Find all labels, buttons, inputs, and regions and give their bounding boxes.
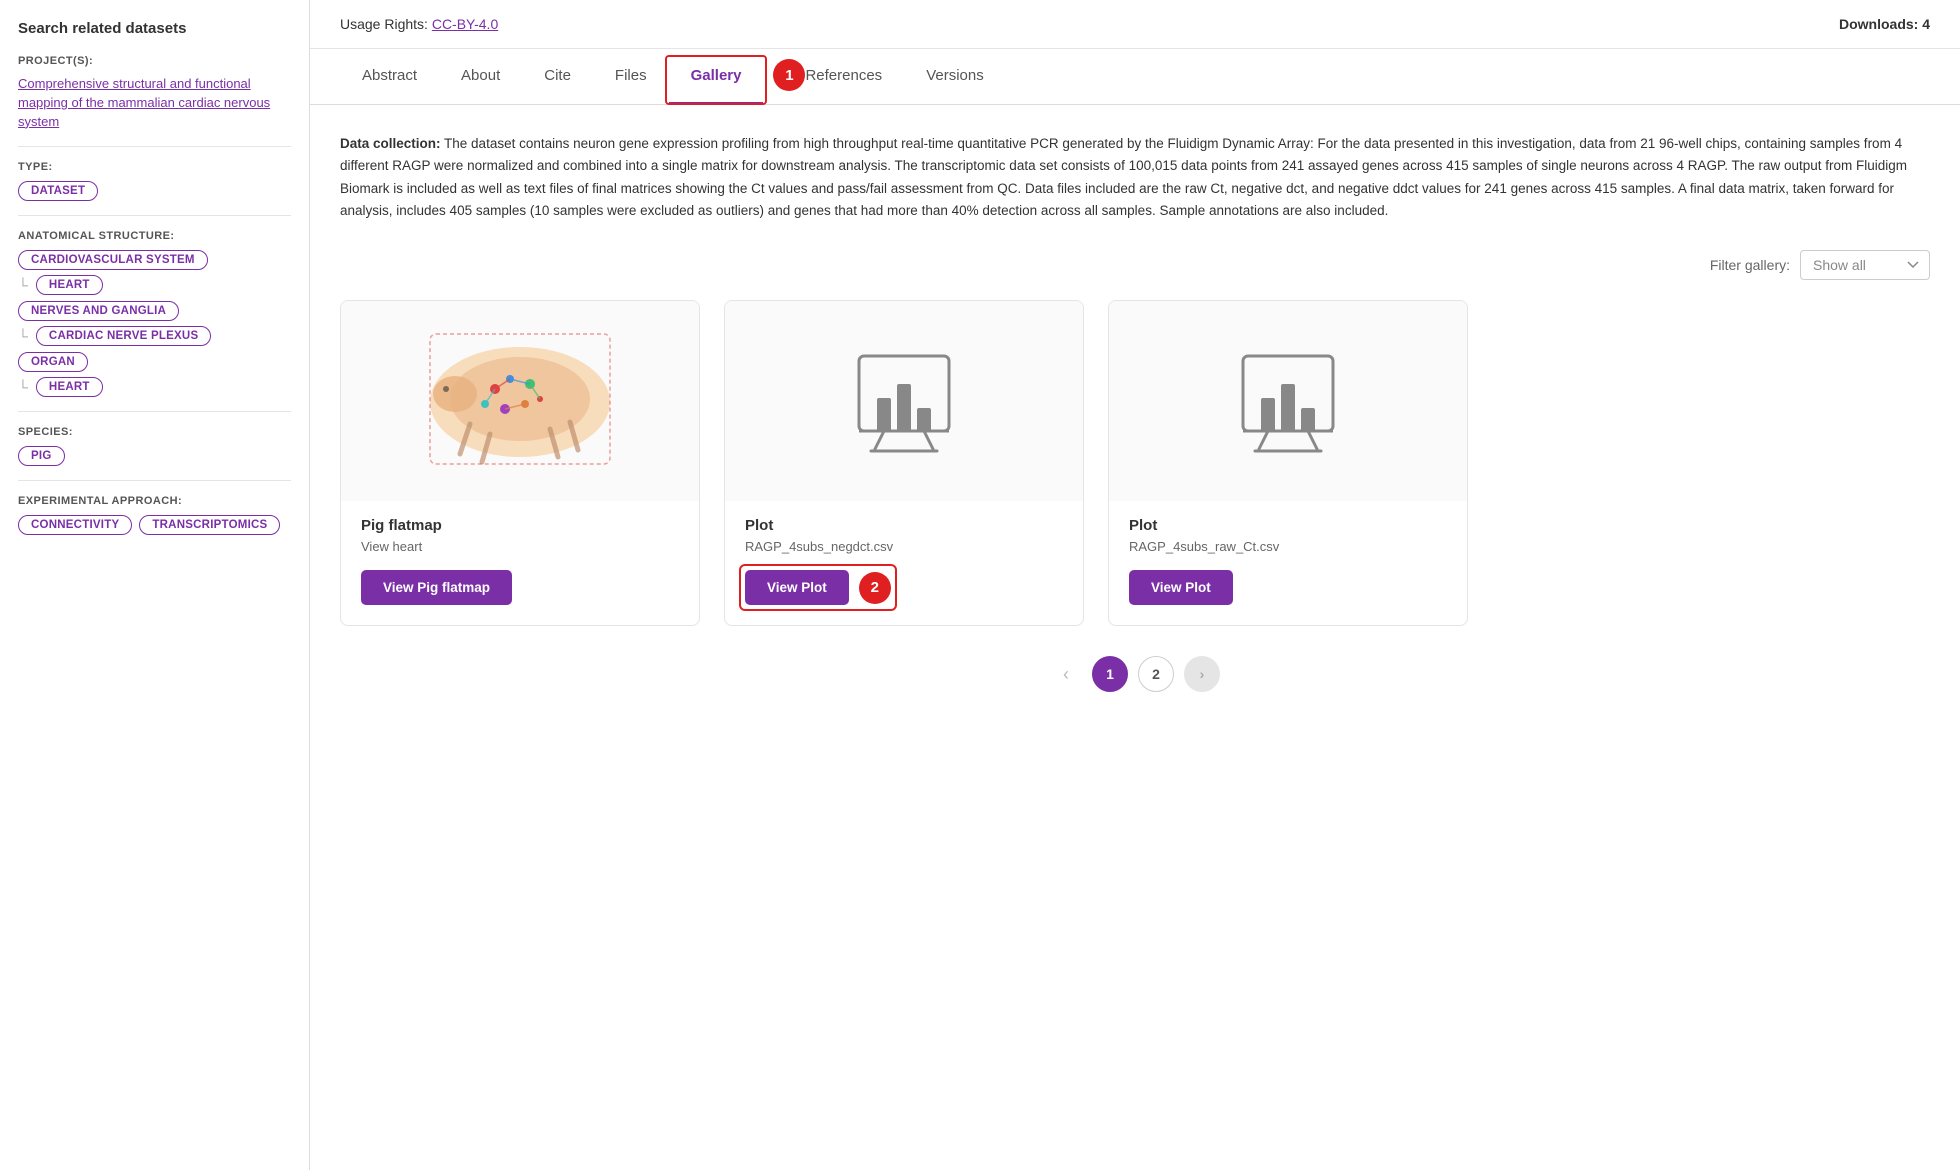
gallery-filter-row: Filter gallery: Show all <box>340 250 1930 280</box>
cardiovascular-row: CARDIOVASCULAR SYSTEM <box>18 250 291 270</box>
card-plot-1-wrapper: Plot RAGP_4subs_negdct.csv View Plot 2 <box>724 300 1084 626</box>
page-btn-1[interactable]: 1 <box>1092 656 1128 692</box>
view-pig-flatmap-button[interactable]: View Pig flatmap <box>361 570 512 605</box>
divider-3 <box>18 411 291 412</box>
transcriptomics-tag[interactable]: TRANSCRIPTOMICS <box>139 515 280 535</box>
card-img-plot-1 <box>725 301 1083 501</box>
anatomical-label: ANATOMICAL STRUCTURE: <box>18 230 291 242</box>
divider-1 <box>18 146 291 147</box>
pig-flatmap-svg <box>410 324 630 479</box>
connectivity-tag[interactable]: CONNECTIVITY <box>18 515 132 535</box>
divider-4 <box>18 480 291 481</box>
species-tags: PIG <box>18 446 291 466</box>
card-subtitle-plot-1: RAGP_4subs_negdct.csv <box>745 539 1063 554</box>
organ-row: ORGAN <box>18 352 291 372</box>
main-content: Usage Rights: CC-BY-4.0 Downloads: 4 Abs… <box>310 0 1960 1170</box>
step-badge-2: 2 <box>859 572 891 604</box>
sidebar-title: Search related datasets <box>18 20 291 37</box>
view-plot-1-button[interactable]: View Plot <box>745 570 849 605</box>
heart-child-row-2: └ HEART <box>18 377 291 397</box>
card-body-plot-2: Plot RAGP_4subs_raw_Ct.csv View Plot <box>1109 501 1467 625</box>
pagination: ‹ 1 2 › <box>340 656 1930 692</box>
organ-tag[interactable]: ORGAN <box>18 352 88 372</box>
type-label: TYPE: <box>18 161 291 173</box>
tab-abstract[interactable]: Abstract <box>340 49 439 105</box>
page-btn-2[interactable]: 2 <box>1138 656 1174 692</box>
pig-tag[interactable]: PIG <box>18 446 65 466</box>
tab-cite[interactable]: Cite <box>522 49 593 105</box>
tab-about[interactable]: About <box>439 49 522 105</box>
dataset-tag[interactable]: DATASET <box>18 181 98 201</box>
card-img-flatmap <box>341 301 699 501</box>
view-plot-2-button[interactable]: View Plot <box>1129 570 1233 605</box>
card-body-plot-1: Plot RAGP_4subs_negdct.csv View Plot 2 <box>725 501 1083 625</box>
projects-label: PROJECT(S): <box>18 55 291 67</box>
sidebar: Search related datasets PROJECT(S): Comp… <box>0 0 310 1170</box>
filter-label: Filter gallery: <box>1710 257 1790 273</box>
experimental-tags: CONNECTIVITY TRANSCRIPTOMICS <box>18 515 291 535</box>
tab-gallery[interactable]: Gallery <box>669 49 764 105</box>
project-link[interactable]: Comprehensive structural and functional … <box>18 75 291 132</box>
card-subtitle-plot-2: RAGP_4subs_raw_Ct.csv <box>1129 539 1447 554</box>
divider-2 <box>18 215 291 216</box>
page-layout: Search related datasets PROJECT(S): Comp… <box>0 0 1960 1170</box>
downloads-count: Downloads: 4 <box>1839 16 1930 32</box>
card-title-plot-2: Plot <box>1129 517 1447 534</box>
plot-icon-2 <box>1233 346 1343 456</box>
heart-tag-1[interactable]: HEART <box>36 275 103 295</box>
card-title-flatmap: Pig flatmap <box>361 517 679 534</box>
nerves-row: NERVES AND GANGLIA <box>18 301 291 321</box>
next-page-arrow[interactable]: › <box>1184 656 1220 692</box>
card-subtitle-flatmap: View heart <box>361 539 679 554</box>
nerves-tag[interactable]: NERVES AND GANGLIA <box>18 301 179 321</box>
corner-icon-2: └ <box>18 328 28 344</box>
plot-icon-1 <box>849 346 959 456</box>
gallery-cards: Pig flatmap View heart View Pig flatmap <box>340 300 1930 626</box>
data-collection-body: The dataset contains neuron gene express… <box>340 136 1907 218</box>
corner-icon-1: └ <box>18 277 28 293</box>
card-pig-flatmap: Pig flatmap View heart View Pig flatmap <box>340 300 700 626</box>
type-tags: DATASET <box>18 181 291 201</box>
data-collection-text: Data collection: The dataset contains ne… <box>340 133 1930 222</box>
cardiac-nerve-tag[interactable]: CARDIAC NERVE PLEXUS <box>36 326 211 346</box>
heart-child-row-1: └ HEART <box>18 275 291 295</box>
data-collection-bold: Data collection: <box>340 136 441 151</box>
content-area: Data collection: The dataset contains ne… <box>310 105 1960 720</box>
usage-rights-link[interactable]: CC-BY-4.0 <box>432 16 498 32</box>
filter-select[interactable]: Show all <box>1800 250 1930 280</box>
tab-versions[interactable]: Versions <box>904 49 1006 105</box>
card-title-plot-1: Plot <box>745 517 1063 534</box>
heart-tag-2[interactable]: HEART <box>36 377 103 397</box>
cardiac-nerve-row: └ CARDIAC NERVE PLEXUS <box>18 326 291 346</box>
usage-rights-label: Usage Rights: <box>340 16 428 32</box>
tab-files[interactable]: Files <box>593 49 669 105</box>
cardiovascular-tag[interactable]: CARDIOVASCULAR SYSTEM <box>18 250 208 270</box>
corner-icon-3: └ <box>18 379 28 395</box>
card-body-flatmap: Pig flatmap View heart View Pig flatmap <box>341 501 699 625</box>
species-label: SPECIES: <box>18 426 291 438</box>
card-img-plot-2 <box>1109 301 1467 501</box>
top-bar: Usage Rights: CC-BY-4.0 Downloads: 4 <box>310 0 1960 49</box>
tabs-bar: Abstract About Cite Files Gallery 1 Refe… <box>310 49 1960 105</box>
card-plot-2: Plot RAGP_4subs_raw_Ct.csv View Plot <box>1108 300 1468 626</box>
card-plot-1: Plot RAGP_4subs_negdct.csv View Plot 2 <box>724 300 1084 626</box>
experimental-label: EXPERIMENTAL APPROACH: <box>18 495 291 507</box>
prev-page-arrow[interactable]: ‹ <box>1050 658 1082 690</box>
usage-rights: Usage Rights: CC-BY-4.0 <box>340 16 498 32</box>
